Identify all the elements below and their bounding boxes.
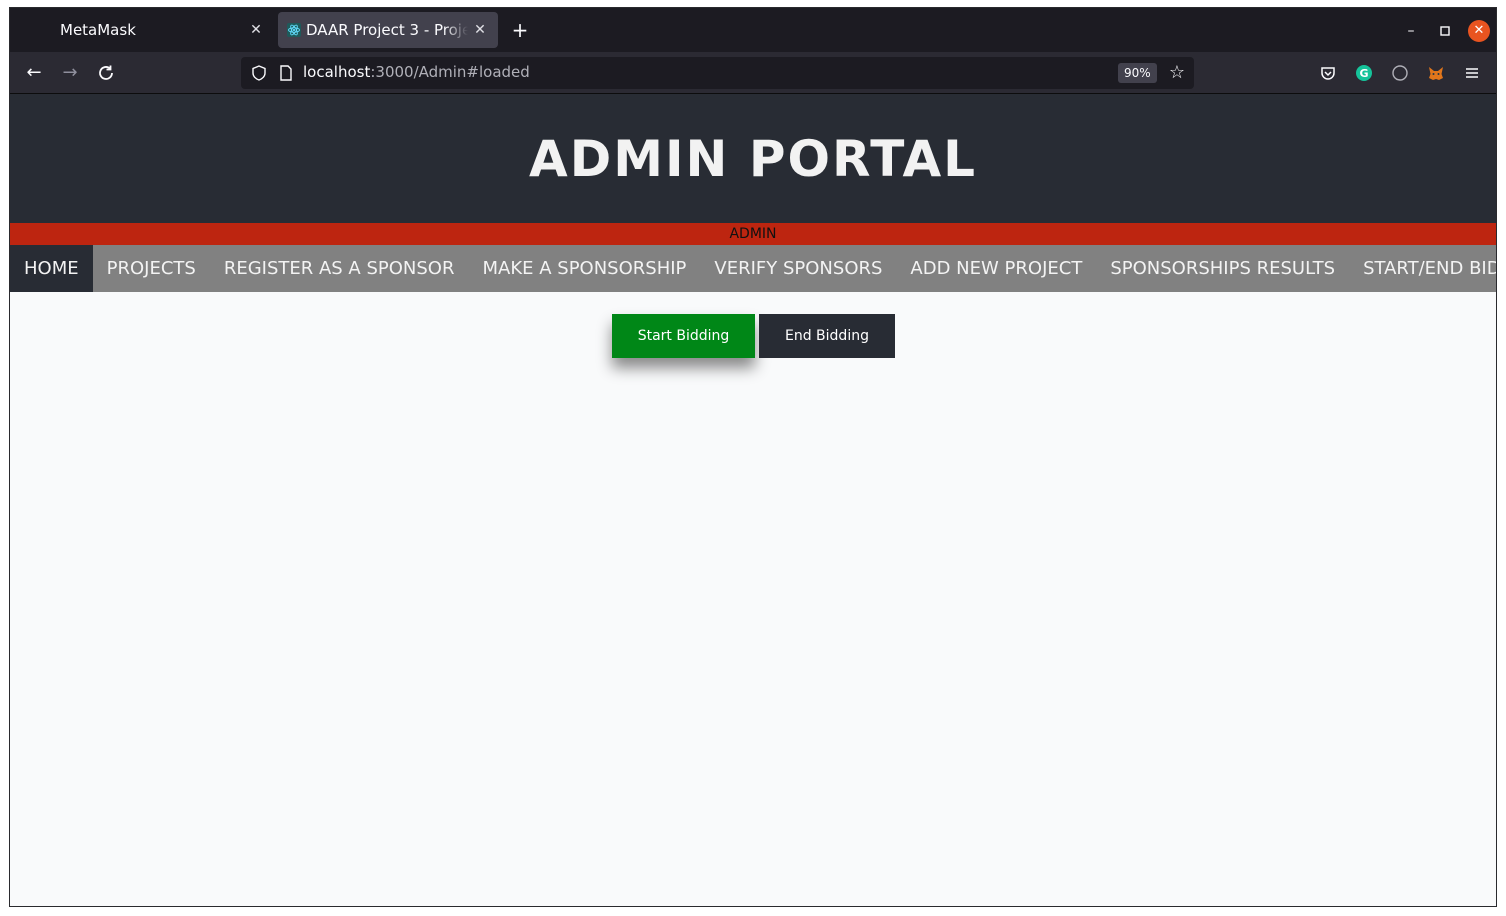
role-label: ADMIN: [729, 226, 777, 242]
zoom-level[interactable]: 90%: [1118, 63, 1157, 83]
browser-window: MetaMask ✕ DAAR Project 3 - Project ✕ + …: [9, 7, 1497, 907]
maximize-icon[interactable]: [1434, 20, 1456, 42]
tab-metamask[interactable]: MetaMask ✕: [14, 12, 274, 48]
page-title: ADMIN PORTAL: [529, 129, 977, 188]
menu-item-verify-sponsors[interactable]: VERIFY SPONSORS: [700, 245, 896, 292]
menu-item-make-sponsorship[interactable]: MAKE A SPONSORSHIP: [468, 245, 700, 292]
menu-item-start-end-bidding[interactable]: START/END BIDDING: [1349, 245, 1496, 292]
nav-toolbar: ← → localhost:3000/Admin#loaded 90% ☆ G: [10, 52, 1496, 94]
pocket-icon[interactable]: [1317, 62, 1339, 84]
shield-icon[interactable]: [250, 64, 268, 82]
menu-item-home[interactable]: HOME: [10, 245, 93, 292]
close-icon[interactable]: ✕: [246, 20, 266, 40]
minimize-icon[interactable]: –: [1400, 20, 1422, 42]
bidding-controls: Start Bidding End Bidding: [612, 314, 895, 358]
url-path: :3000/Admin#loaded: [370, 63, 530, 81]
tab-title: MetaMask: [60, 21, 136, 39]
react-icon: [287, 23, 301, 37]
url-host: localhost: [303, 63, 371, 81]
menu-item-projects[interactable]: PROJECTS: [93, 245, 210, 292]
url-text[interactable]: localhost:3000/Admin#loaded: [303, 63, 530, 81]
window-close-icon[interactable]: ✕: [1468, 20, 1490, 42]
page-icon: [280, 65, 292, 81]
menu-item-register-sponsor[interactable]: REGISTER AS A SPONSOR: [210, 245, 469, 292]
menu-item-add-project[interactable]: ADD NEW PROJECT: [896, 245, 1096, 292]
back-arrow-icon[interactable]: ←: [22, 61, 46, 85]
reload-icon[interactable]: [94, 61, 118, 85]
tab-strip: MetaMask ✕ DAAR Project 3 - Project ✕ + …: [10, 8, 1496, 52]
new-tab-icon[interactable]: +: [508, 18, 532, 42]
end-bidding-button[interactable]: End Bidding: [759, 314, 895, 358]
hamburger-menu-icon[interactable]: [1461, 62, 1483, 84]
page-content: ADMIN PORTAL ADMIN HOME PROJECTS REGISTE…: [10, 94, 1496, 906]
grammarly-icon[interactable]: G: [1353, 62, 1375, 84]
url-bar[interactable]: localhost:3000/Admin#loaded 90% ☆: [241, 57, 1194, 89]
tab-title: DAAR Project 3 - Project: [306, 21, 468, 39]
role-bar: ADMIN: [10, 223, 1496, 245]
start-bidding-button[interactable]: Start Bidding: [612, 314, 755, 358]
svg-text:G: G: [1359, 67, 1368, 80]
close-icon[interactable]: ✕: [470, 20, 490, 40]
metamask-fox-icon[interactable]: [1425, 62, 1447, 84]
forward-arrow-icon[interactable]: →: [58, 61, 82, 85]
tab-daar-project[interactable]: DAAR Project 3 - Project ✕: [278, 12, 498, 48]
extension-circle-icon[interactable]: [1389, 62, 1411, 84]
bookmark-star-icon[interactable]: ☆: [1165, 61, 1189, 85]
main-menu: HOME PROJECTS REGISTER AS A SPONSOR MAKE…: [10, 245, 1496, 292]
menu-item-sponsorships-results[interactable]: SPONSORSHIPS RESULTS: [1096, 245, 1349, 292]
header-banner: ADMIN PORTAL: [10, 94, 1496, 223]
